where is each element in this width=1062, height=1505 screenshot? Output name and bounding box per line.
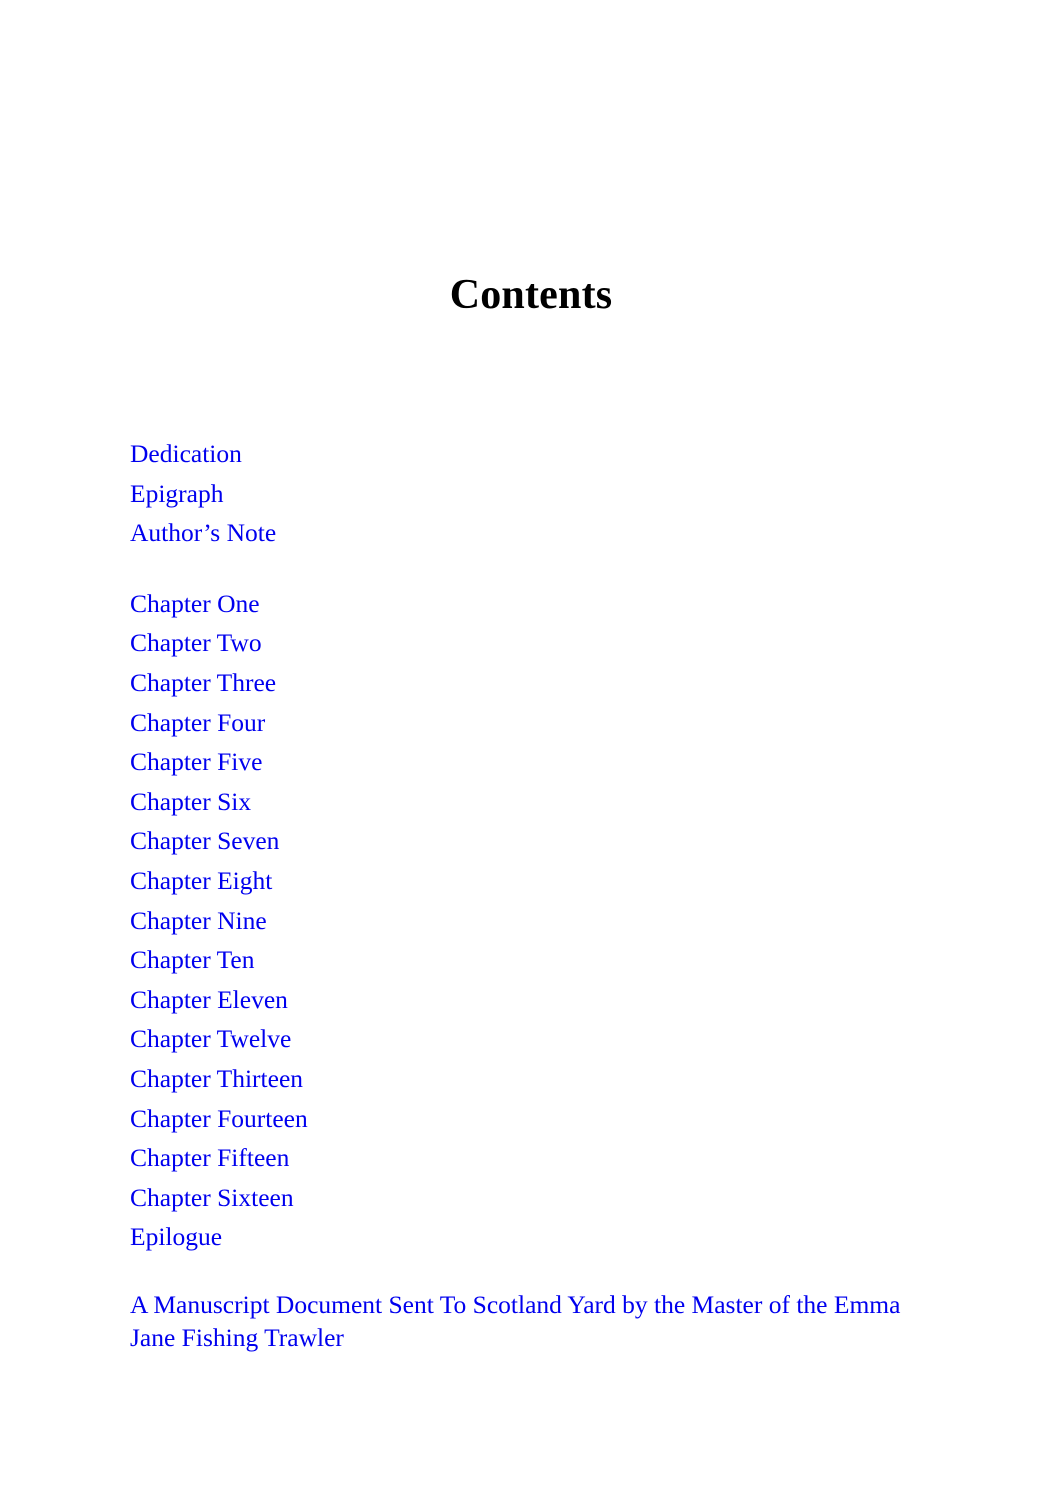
toc-entry-chapter-four[interactable]: Chapter Four (130, 703, 920, 743)
page-title: Contents (449, 272, 613, 318)
toc-entry-chapter-one[interactable]: Chapter One (130, 584, 920, 624)
toc-entry-chapter-ten[interactable]: Chapter Ten (130, 940, 920, 980)
toc-entry-chapter-eleven[interactable]: Chapter Eleven (130, 980, 920, 1020)
toc-entry-chapter-sixteen[interactable]: Chapter Sixteen (130, 1178, 920, 1218)
toc-entry-epigraph[interactable]: Epigraph (130, 474, 920, 514)
toc-entry-chapter-twelve[interactable]: Chapter Twelve (130, 1019, 920, 1059)
toc-entry-chapter-two[interactable]: Chapter Two (130, 623, 920, 663)
toc-entry-dedication[interactable]: Dedication (130, 434, 920, 474)
toc-entry-epilogue[interactable]: Epilogue (130, 1217, 920, 1257)
toc-group-chapters: Chapter One Chapter Two Chapter Three Ch… (130, 584, 920, 1257)
toc-group-back-matter: A Manuscript Document Sent To Scotland Y… (130, 1288, 920, 1354)
toc-entry-chapter-three[interactable]: Chapter Three (130, 663, 920, 703)
table-of-contents: Dedication Epigraph Author’s Note Chapte… (130, 434, 920, 1354)
toc-entry-chapter-fourteen[interactable]: Chapter Fourteen (130, 1099, 920, 1139)
toc-entry-chapter-five[interactable]: Chapter Five (130, 742, 920, 782)
toc-entry-chapter-seven[interactable]: Chapter Seven (130, 821, 920, 861)
toc-group-front-matter: Dedication Epigraph Author’s Note (130, 434, 920, 553)
toc-entry-chapter-eight[interactable]: Chapter Eight (130, 861, 920, 901)
toc-entry-authors-note[interactable]: Author’s Note (130, 513, 920, 553)
toc-entry-chapter-fifteen[interactable]: Chapter Fifteen (130, 1138, 920, 1178)
toc-entry-chapter-nine[interactable]: Chapter Nine (130, 901, 920, 941)
document-page: Contents Dedication Epigraph Author’s No… (0, 0, 1062, 1505)
toc-entry-chapter-six[interactable]: Chapter Six (130, 782, 920, 822)
toc-entry-chapter-thirteen[interactable]: Chapter Thirteen (130, 1059, 920, 1099)
toc-entry-manuscript-document[interactable]: A Manuscript Document Sent To Scotland Y… (130, 1288, 920, 1354)
